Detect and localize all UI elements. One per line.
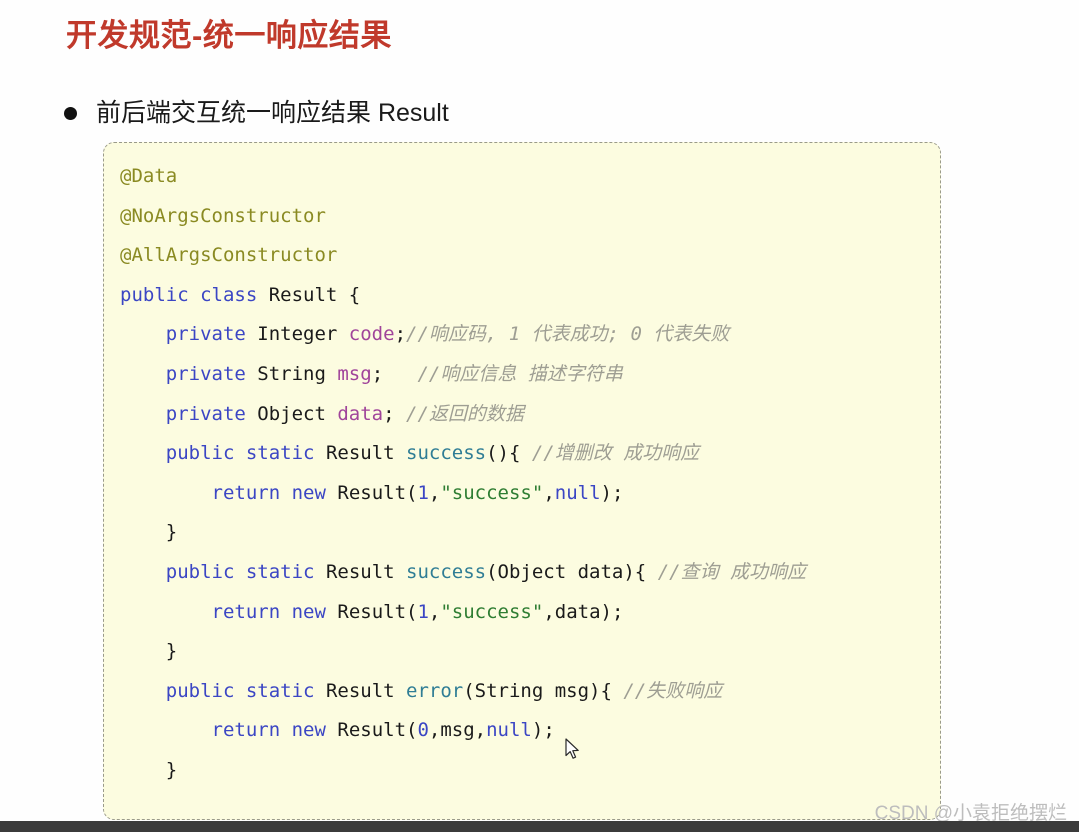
code-token: 1 [417,481,429,504]
bullet-dot-icon [64,107,77,120]
code-token: Result( [325,600,418,623]
code-token: return [211,719,281,742]
code-token: ; [394,323,407,346]
code-token: , [428,481,441,504]
code-token: public [120,283,189,306]
code-line: @Data [120,157,940,197]
code-token: private [165,362,246,385]
code-token: ,data); [543,600,624,623]
code-token: //响应码, 1 代表成功; 0 代表失败 [406,323,730,346]
code-token: static [245,679,315,702]
code-token: (Object data){ [486,560,647,583]
code-token: //响应信息 描述字符串 [383,362,623,385]
code-token: public [165,442,235,465]
code-line: public static Result error(String msg){ … [120,672,940,712]
code-token: private [165,402,246,425]
code-line: @NoArgsConstructor [120,197,940,237]
code-token: (){ [486,442,521,465]
code-line: public static Result success(){ //增删改 成功… [120,434,940,474]
code-token: } [165,521,178,544]
code-token: public [165,679,235,702]
code-token: new [291,600,326,623]
code-token: //失败响应 [611,679,723,702]
bullet-item: 前后端交互统一响应结果 Result [64,101,449,126]
code-token: public [165,560,235,583]
code-token: return [211,481,281,504]
code-line: private Object data; //返回的数据 [120,395,940,435]
code-token: class [200,283,258,306]
code-line: return new Result(1,"success",null); [120,474,940,514]
code-line: private Integer code;//响应码, 1 代表成功; 0 代表… [120,315,940,355]
code-line: return new Result(1,"success",data); [120,593,940,633]
bottom-bar [0,821,1079,832]
code-token: @Data [120,165,178,187]
code-token: static [245,560,315,583]
code-token: Object [245,402,338,425]
code-token: , [428,600,441,623]
code-token: new [291,719,326,742]
code-token: Result [314,442,407,465]
code-token: success [406,560,487,583]
code-token: null [486,719,532,742]
code-token: @AllArgsConstructor [120,244,338,267]
code-token: data [337,402,384,425]
code-token: ); [600,481,624,504]
code-token: static [245,442,315,465]
code-token: } [165,640,178,663]
code-listing: @Data @NoArgsConstructor @AllArgsConstruct… [104,143,940,820]
code-line: } [120,751,940,791]
code-token: ; [371,362,384,385]
code-token: 0 [417,719,429,742]
code-token: //增删改 成功响应 [520,442,700,465]
page-title: 开发规范-统一响应结果 [66,18,392,53]
code-token: ,msg, [428,719,487,742]
code-token: msg [337,362,372,385]
code-token: String [245,362,338,385]
code-token: new [291,481,326,504]
code-token: } [165,758,178,781]
code-token: 1 [417,600,429,623]
code-line: } [120,632,940,672]
code-token: //返回的数据 [394,402,524,425]
code-token: Result( [325,719,418,742]
code-token: code [348,323,395,346]
code-token: ); [531,719,555,742]
code-line: private String msg; //响应信息 描述字符串 [120,355,940,395]
code-token: Result [314,679,407,702]
code-token: return [211,600,281,623]
code-block: @Data @NoArgsConstructor @AllArgsConstruct… [103,142,941,820]
code-token: Result [314,560,407,583]
code-token: @NoArgsConstructor [120,204,326,227]
code-token: , [543,481,555,504]
slide-canvas: 开发规范-统一响应结果 前后端交互统一响应结果 Result @Data @NoA… [0,0,1079,832]
code-token: //查询 成功响应 [646,560,807,583]
code-token: "success" [440,600,544,623]
code-token: Result { [257,283,361,306]
code-token: error [406,679,464,702]
code-token: private [165,323,246,346]
code-line: } [120,513,940,553]
code-token: (String msg){ [463,679,612,702]
code-token: ; [383,402,395,425]
code-token: Result( [325,481,418,504]
code-token: "success" [440,481,544,504]
code-line: public static Result success(Object data… [120,553,940,593]
code-token: null [554,481,601,504]
code-line: public class Result { [120,276,940,316]
code-token: Integer [245,323,349,346]
code-line: @AllArgsConstructor [120,236,940,276]
bullet-item-label: 前后端交互统一响应结果 Result [96,99,449,127]
code-line: return new Result(0,msg,null); [120,711,940,751]
code-token: success [406,442,487,465]
